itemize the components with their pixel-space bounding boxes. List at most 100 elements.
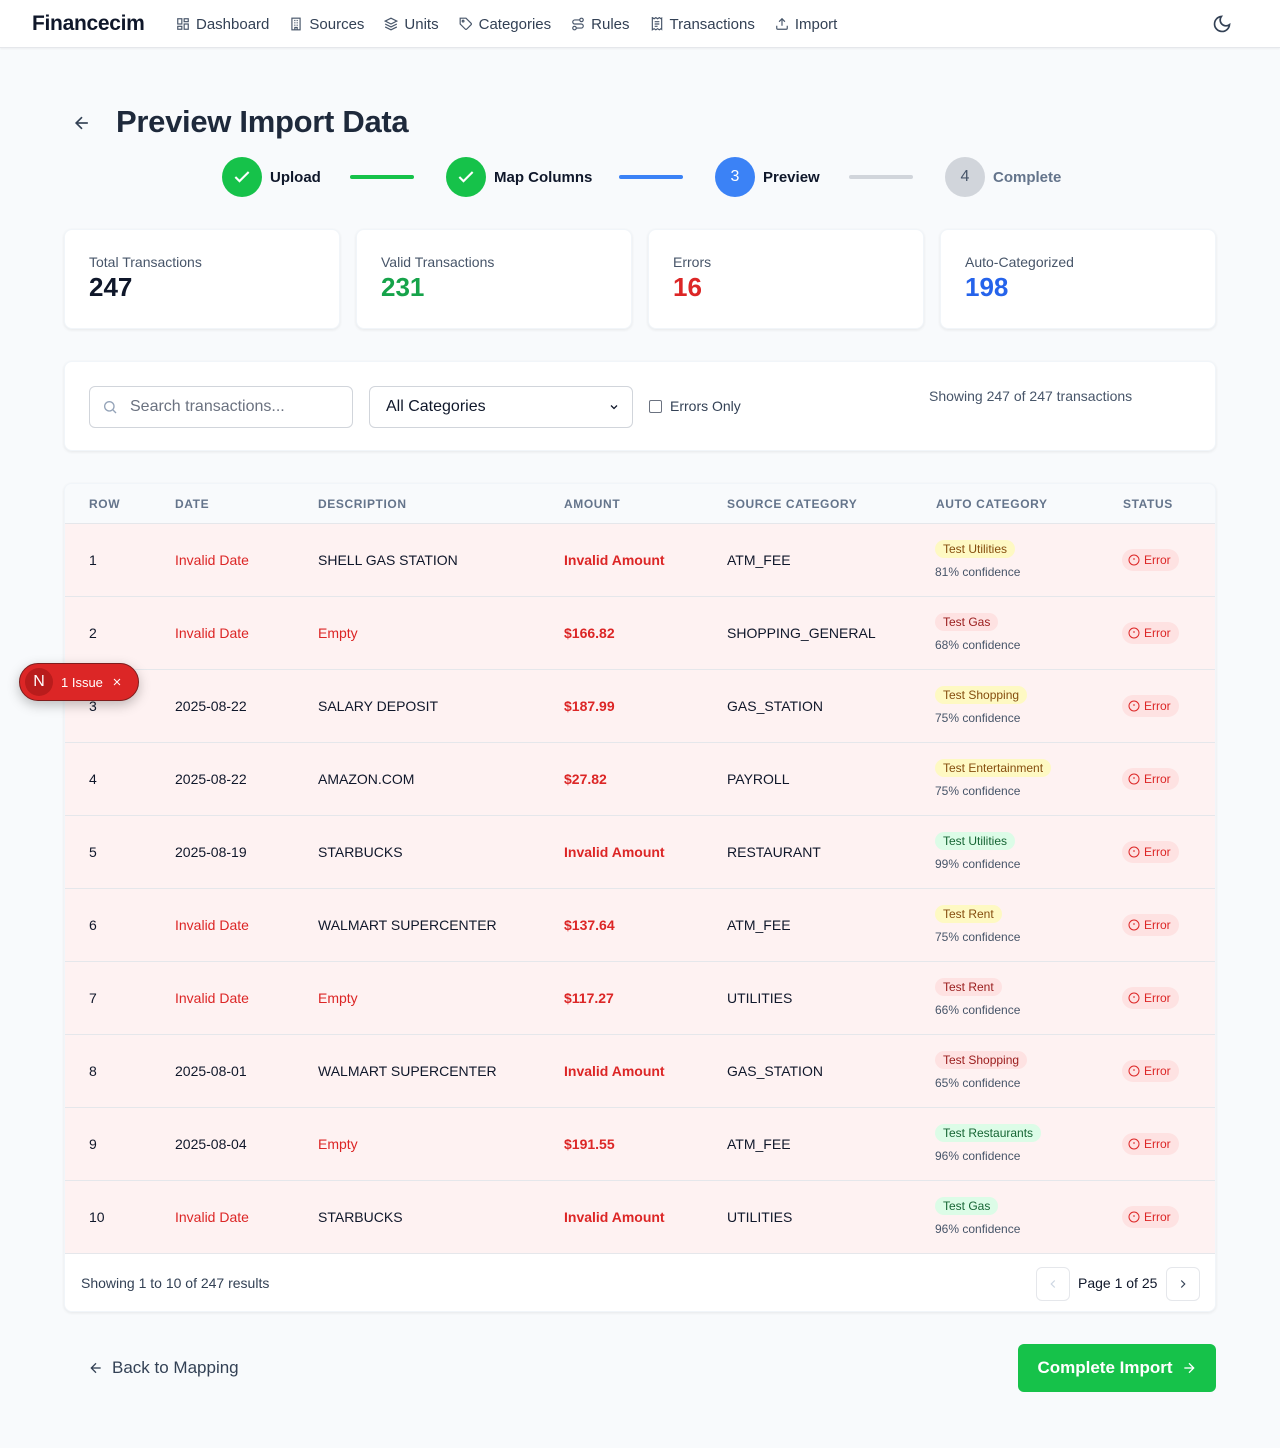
cell-row-number: 5	[89, 844, 97, 860]
dev-issues-pill[interactable]: N 1 Issue	[19, 663, 139, 701]
status-label: Error	[1144, 699, 1171, 713]
confidence-text: 75% confidence	[935, 784, 1021, 798]
brand-logo[interactable]: Financecim	[32, 12, 145, 36]
status-badge: Error	[1122, 987, 1179, 1009]
next-page-button[interactable]	[1166, 1267, 1200, 1301]
layers-icon	[384, 17, 399, 31]
status-badge: Error	[1122, 841, 1179, 863]
close-icon[interactable]	[111, 676, 123, 688]
cell-amount: Invalid Amount	[564, 1063, 665, 1079]
nav-item-dashboard[interactable]: Dashboard	[176, 16, 269, 33]
table-row[interactable]: 7 Invalid Date Empty $117.27 UTILITIES Test R…	[65, 962, 1215, 1035]
stat-card-valid: Valid Transactions 231	[356, 229, 632, 329]
table-row[interactable]: 4 2025-08-22 AMAZON.COM $27.82 PAYROLL Test E…	[65, 743, 1215, 816]
arrow-right-icon	[1183, 1362, 1195, 1374]
transactions-table: ROW DATE DESCRIPTION AMOUNT SOURCE CATEG…	[64, 483, 1216, 1312]
step-label: Map Columns	[494, 168, 593, 186]
table-row[interactable]: 1 Invalid Date SHELL GAS STATION Invalid Am…	[65, 524, 1215, 597]
cell-amount: Invalid Amount	[564, 1209, 665, 1225]
table-row[interactable]: 6 Invalid Date WALMART SUPERCENTER $137.64 A…	[65, 889, 1215, 962]
category-select[interactable]: All Categories	[369, 386, 633, 428]
status-label: Error	[1144, 845, 1171, 859]
step-preview: 3 Preview	[715, 157, 820, 197]
errors-only-checkbox[interactable]	[649, 399, 662, 413]
table-row[interactable]: 10 Invalid Date STARBUCKS Invalid Amount UTI…	[65, 1181, 1215, 1254]
status-badge: Error	[1122, 768, 1179, 790]
cell-date: 2025-08-19	[175, 844, 247, 860]
step-connector	[350, 175, 414, 179]
auto-category-badge: Test Gas	[935, 613, 999, 631]
status-label: Error	[1144, 553, 1171, 567]
nav-label: Sources	[309, 15, 365, 33]
cell-date: Invalid Date	[175, 990, 249, 1006]
auto-category-badge: Test Shopping	[935, 1051, 1028, 1069]
search-box[interactable]	[89, 386, 353, 428]
stat-label: Total Transactions	[89, 254, 202, 270]
nav-label: Units	[404, 15, 439, 33]
complete-import-button[interactable]: Complete Import	[1018, 1344, 1216, 1392]
auto-category-badge: Test Rent	[935, 905, 1002, 923]
table-row[interactable]: 5 2025-08-19 STARBUCKS Invalid Amount RESTAU…	[65, 816, 1215, 889]
nav-item-transactions[interactable]: Transactions	[650, 16, 755, 33]
cell-source-category: UTILITIES	[727, 1209, 793, 1225]
results-count: Showing 1 to 10 of 247 results	[81, 1275, 270, 1291]
status-label: Error	[1144, 918, 1171, 932]
step-connector	[849, 175, 913, 179]
auto-category-badge: Test Entertainment	[935, 759, 1052, 777]
table-row[interactable]: 3 2025-08-22 SALARY DEPOSIT $187.99 GAS_STAT…	[65, 670, 1215, 743]
status-badge: Error	[1122, 622, 1179, 644]
column-header-auto-category: AUTO CATEGORY	[936, 497, 1048, 511]
framework-logo-icon: N	[25, 668, 53, 696]
nav-item-rules[interactable]: Rules	[571, 15, 630, 33]
check-icon	[234, 171, 250, 183]
alert-circle-icon	[1128, 1211, 1140, 1223]
confidence-text: 65% confidence	[935, 1076, 1021, 1090]
issues-count: 1 Issue	[61, 674, 103, 690]
cell-date: 2025-08-04	[175, 1136, 247, 1152]
step-label: Preview	[763, 168, 820, 186]
cell-source-category: GAS_STATION	[727, 1063, 823, 1079]
step-circle-done	[222, 157, 262, 197]
category-select-value: All Categories	[386, 398, 486, 415]
column-header-description: DESCRIPTION	[318, 497, 407, 511]
route-icon	[572, 17, 584, 31]
previous-page-button[interactable]	[1036, 1267, 1070, 1301]
step-circle-done	[446, 157, 486, 197]
nav-label: Import	[794, 15, 838, 33]
table-row[interactable]: 8 2025-08-01 WALMART SUPERCENTER Invalid Am…	[65, 1035, 1215, 1108]
step-label: Upload	[270, 168, 321, 186]
search-input[interactable]	[130, 398, 340, 416]
cell-row-number: 8	[89, 1063, 97, 1079]
stat-card-auto-categorized: Auto-Categorized 198	[940, 229, 1216, 329]
stat-label: Valid Transactions	[381, 254, 495, 270]
back-arrow-button[interactable]	[72, 113, 92, 133]
nav-item-units[interactable]: Units	[384, 15, 439, 33]
alert-circle-icon	[1128, 1138, 1140, 1150]
stat-card-errors: Errors 16	[648, 229, 924, 329]
cell-amount: $137.64	[564, 917, 615, 933]
nav-item-categories[interactable]: Categories	[459, 16, 551, 33]
confidence-text: 75% confidence	[935, 930, 1021, 944]
table-row[interactable]: 2 Invalid Date Empty $166.82 SHOPPING_GENERA…	[65, 597, 1215, 670]
status-badge: Error	[1122, 549, 1179, 571]
nav-item-import[interactable]: Import	[775, 15, 838, 33]
table-row[interactable]: 9 2025-08-04 Empty $191.55 ATM_FEE Test Resta…	[65, 1108, 1215, 1181]
top-nav: Financecim Dashboard Sources Units Categ…	[0, 0, 1280, 48]
page-title: Preview Import Data	[116, 104, 409, 139]
nav-label: Rules	[591, 15, 630, 33]
confidence-text: 68% confidence	[935, 638, 1021, 652]
cell-amount: $166.82	[564, 625, 615, 641]
back-to-mapping-button[interactable]: Back to Mapping	[88, 1358, 239, 1378]
errors-only-toggle[interactable]: Errors Only	[649, 398, 741, 414]
filter-panel: All Categories Errors Only Showing 247 o…	[64, 361, 1216, 451]
confidence-text: 99% confidence	[935, 857, 1021, 871]
nav-label: Transactions	[669, 15, 755, 33]
nav-label: Dashboard	[196, 15, 270, 33]
confidence-text: 66% confidence	[935, 1003, 1021, 1017]
status-label: Error	[1144, 991, 1171, 1005]
chevron-right-icon	[1180, 1280, 1186, 1288]
theme-toggle-button[interactable]	[1212, 14, 1232, 34]
nav-item-sources[interactable]: Sources	[289, 16, 364, 33]
building-icon	[291, 17, 302, 31]
column-header-source-category: SOURCE CATEGORY	[727, 497, 858, 511]
